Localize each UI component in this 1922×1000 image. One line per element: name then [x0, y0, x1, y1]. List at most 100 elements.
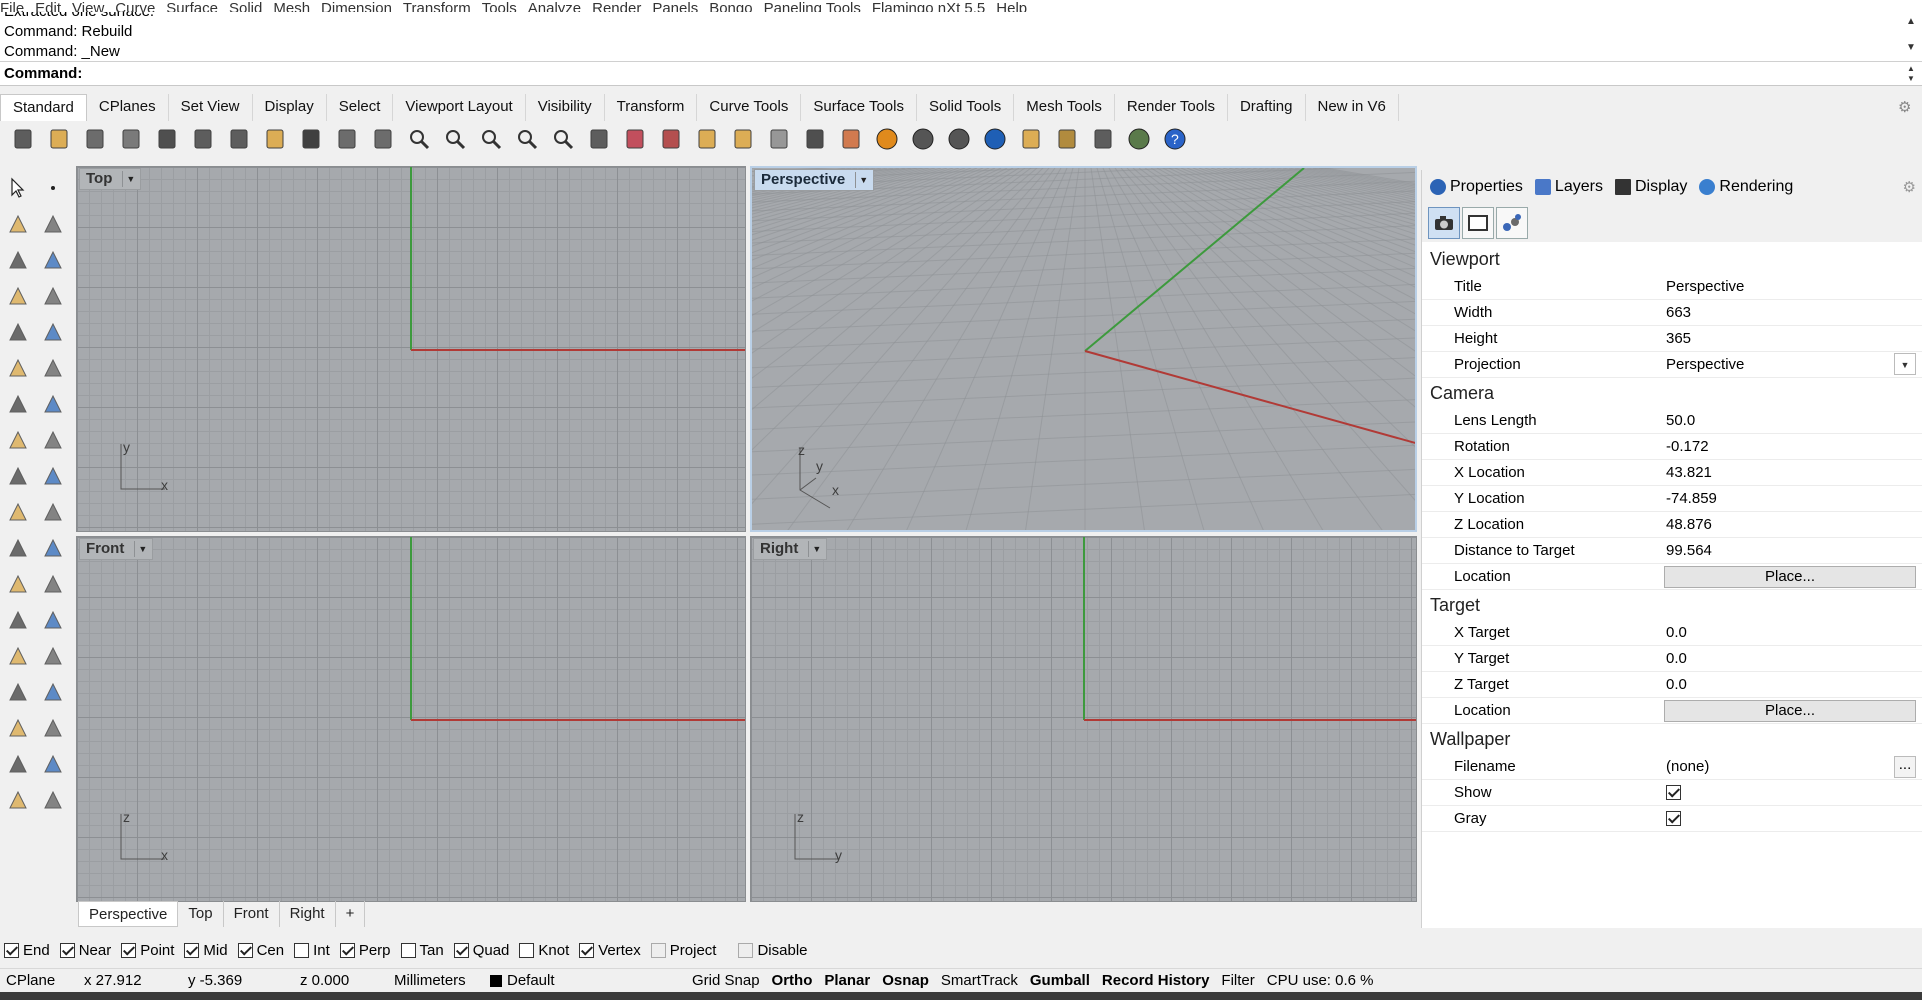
scale-icon[interactable] [35, 602, 70, 638]
print-icon[interactable] [114, 123, 148, 155]
offset-curve-icon[interactable] [35, 566, 70, 602]
viewport-front[interactable]: z x Front ▼ [76, 536, 746, 902]
fillet-curve-icon[interactable] [35, 314, 70, 350]
contour-icon[interactable] [35, 674, 70, 710]
four-viewports-icon[interactable] [582, 123, 616, 155]
zoom-icon[interactable] [402, 123, 436, 155]
gumball-toggle[interactable]: Gumball [1024, 972, 1096, 989]
chevron-down-icon[interactable]: ▼ [808, 541, 824, 557]
tab-layers[interactable]: Layers [1534, 178, 1603, 196]
pencil-icon[interactable] [35, 458, 70, 494]
property-value[interactable] [1662, 780, 1922, 805]
tab-solid-tools[interactable]: Solid Tools [917, 94, 1015, 121]
extrude-icon[interactable] [0, 674, 35, 710]
property-value[interactable]: Place... [1662, 698, 1922, 723]
dimension-icon[interactable] [0, 494, 35, 530]
text-icon[interactable] [0, 602, 35, 638]
zoom-window-icon[interactable] [438, 123, 472, 155]
osnap-checkbox[interactable] [738, 942, 754, 958]
bend-icon[interactable] [35, 638, 70, 674]
property-value[interactable]: 43.821 [1662, 460, 1922, 485]
osnap-checkbox[interactable] [400, 942, 416, 958]
osnap-checkbox[interactable] [237, 942, 253, 958]
scroll-up-icon[interactable]: ▲ [1904, 16, 1918, 27]
box-icon[interactable] [0, 386, 35, 422]
tab-rendering[interactable]: Rendering [1699, 178, 1793, 196]
new-file-icon[interactable] [6, 123, 40, 155]
import-icon[interactable] [150, 123, 184, 155]
viewport-frame-icon[interactable] [1462, 207, 1494, 239]
smarttrack-toggle[interactable]: SmartTrack [935, 972, 1024, 989]
array-icon[interactable] [0, 638, 35, 674]
planar-toggle[interactable]: Planar [818, 972, 876, 989]
property-value[interactable]: 365 [1662, 326, 1922, 351]
layer-selector[interactable]: Default [484, 972, 686, 989]
chevron-down-icon[interactable]: ▼ [122, 171, 138, 187]
tab-display[interactable]: Display [1614, 178, 1687, 196]
group-icon[interactable] [0, 530, 35, 566]
check-icon[interactable] [35, 746, 70, 782]
tab-curve-tools[interactable]: Curve Tools [697, 94, 802, 121]
tab-drafting[interactable]: Drafting [1228, 94, 1306, 121]
car-icon[interactable] [618, 123, 652, 155]
arc-icon[interactable] [0, 314, 35, 350]
osnap-project[interactable]: Project [650, 942, 716, 959]
osnap-checkbox[interactable] [184, 942, 200, 958]
paste-icon[interactable] [258, 123, 292, 155]
chevron-down-icon[interactable]: ▼ [855, 172, 871, 188]
osnap-quad[interactable]: Quad [453, 942, 509, 959]
panel-settings-gear-icon[interactable]: ⚙ [1903, 178, 1916, 196]
property-value[interactable]: -74.859 [1662, 486, 1922, 511]
viewport-title-perspective[interactable]: Perspective ▼ [754, 169, 875, 191]
record-history-toggle[interactable]: Record History [1096, 972, 1216, 989]
pan-icon[interactable] [330, 123, 364, 155]
viewport-title-front[interactable]: Front ▼ [79, 538, 154, 560]
surface-corner-icon[interactable] [0, 350, 35, 386]
property-value[interactable]: -0.172 [1662, 434, 1922, 459]
osnap-cen[interactable]: Cen [237, 942, 284, 959]
property-value[interactable]: 0.0 [1662, 646, 1922, 671]
cut-icon[interactable] [186, 123, 220, 155]
cylinder-icon[interactable] [0, 422, 35, 458]
cage-icon[interactable] [0, 746, 35, 782]
tab-surface-tools[interactable]: Surface Tools [801, 94, 917, 121]
viewport-title-top[interactable]: Top ▼ [79, 168, 142, 190]
dimension-icon[interactable] [1086, 123, 1120, 155]
units-label[interactable]: Millimeters [388, 972, 484, 989]
osnap-perp[interactable]: Perp [339, 942, 391, 959]
tab-transform[interactable]: Transform [605, 94, 698, 121]
osnap-checkbox[interactable] [4, 942, 19, 958]
layer-icon[interactable] [834, 123, 868, 155]
tab-set-view[interactable]: Set View [169, 94, 253, 121]
cplane-label[interactable]: CPlane [0, 972, 78, 989]
mesh-icon[interactable] [0, 782, 35, 818]
osnap-int[interactable]: Int [294, 942, 330, 959]
browse-button[interactable]: ... [1894, 756, 1916, 778]
chevron-down-icon[interactable]: ▼ [134, 541, 150, 557]
scroll-down-icon[interactable]: ▼ [1904, 42, 1918, 53]
gray-checkbox[interactable] [1666, 811, 1681, 826]
ungroup-icon[interactable] [35, 530, 70, 566]
ortho-toggle[interactable]: Ortho [766, 972, 819, 989]
viewport-title-right[interactable]: Right ▼ [753, 538, 828, 560]
osnap-checkbox[interactable] [339, 942, 355, 958]
filter-toggle[interactable]: Filter [1215, 972, 1260, 989]
help-icon[interactable]: ? [1158, 123, 1192, 155]
viewport-tab-front[interactable]: Front [224, 901, 280, 927]
tab-new-in-v6[interactable]: New in V6 [1306, 94, 1399, 121]
shaded-sphere-icon[interactable] [906, 123, 940, 155]
rotate-view-icon[interactable] [366, 123, 400, 155]
property-value[interactable]: 663 [1662, 300, 1922, 325]
osnap-vertex[interactable]: Vertex [579, 942, 641, 959]
zoom-dynamic-icon[interactable] [546, 123, 580, 155]
copy-icon[interactable] [222, 123, 256, 155]
property-value[interactable]: 0.0 [1662, 620, 1922, 645]
zoom-selected-icon[interactable] [510, 123, 544, 155]
property-value[interactable]: 48.876 [1662, 512, 1922, 537]
osnap-checkbox[interactable] [453, 942, 469, 958]
tab-visibility[interactable]: Visibility [526, 94, 605, 121]
osnap-checkbox[interactable] [121, 942, 137, 958]
tab-mesh-tools[interactable]: Mesh Tools [1014, 94, 1115, 121]
property-value[interactable]: (none)... [1662, 754, 1922, 779]
prism-icon[interactable] [35, 782, 70, 818]
